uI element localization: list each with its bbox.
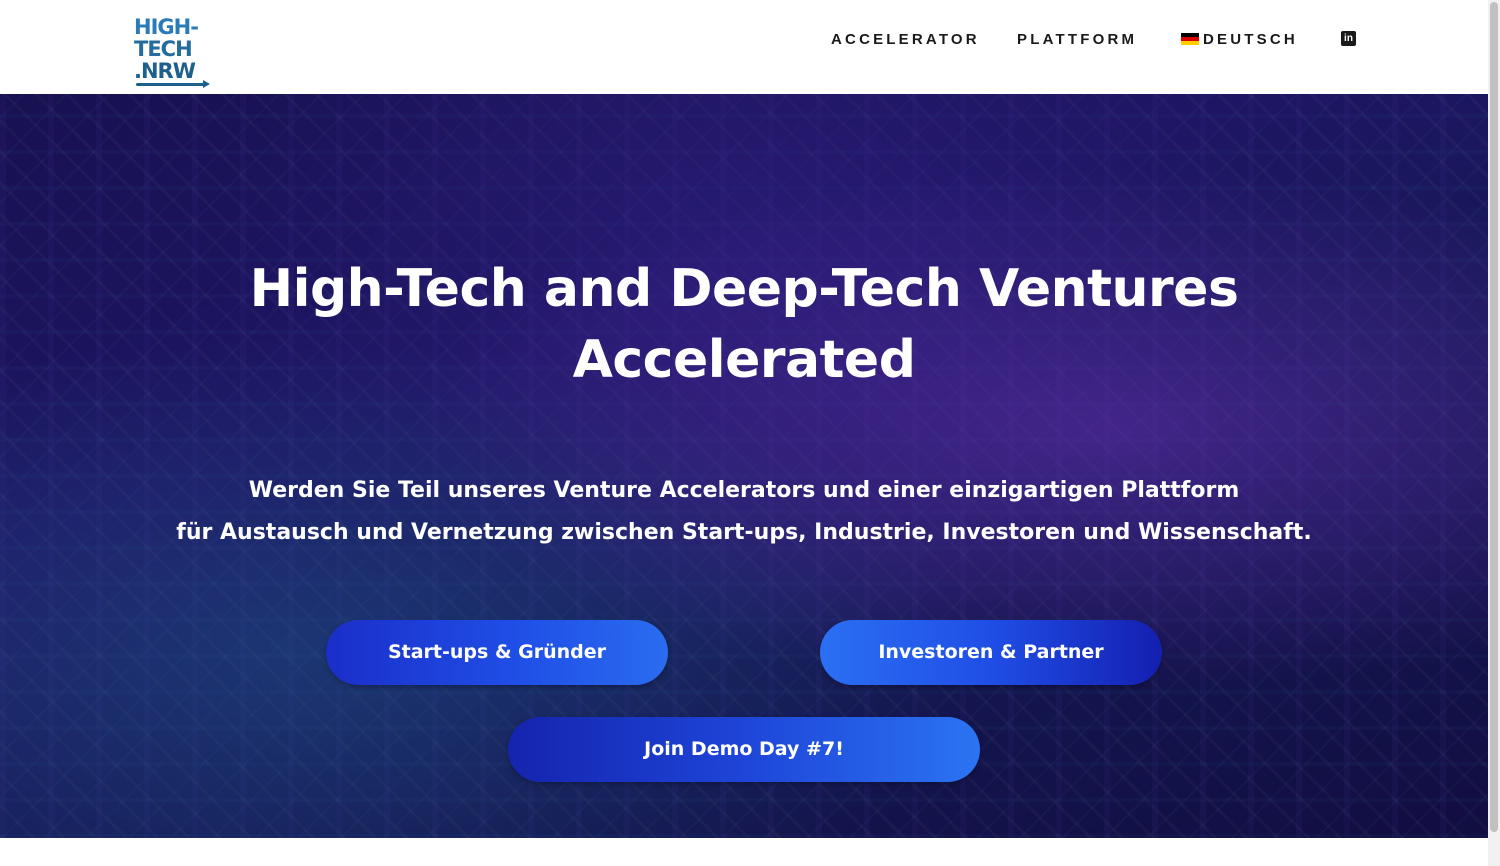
demo-day-button[interactable]: Join Demo Day #7! [508, 717, 980, 782]
hero-title: High-Tech and Deep-Tech Ventures Acceler… [0, 254, 1488, 396]
hero-subtitle-line-2: für Austausch und Vernetzung zwischen St… [176, 520, 1312, 545]
hero-subtitle: Werden Sie Teil unseres Venture Accelera… [0, 470, 1488, 554]
nav-plattform[interactable]: PLATTFORM [1017, 30, 1137, 50]
german-flag-icon [1181, 33, 1199, 45]
logo-line-1: HIGH- [134, 15, 199, 39]
hero-title-line-2: Accelerated [572, 330, 916, 390]
hero-subtitle-line-1: Werden Sie Teil unseres Venture Accelera… [248, 478, 1240, 503]
page-scrollbar[interactable] [1488, 0, 1500, 866]
startups-button[interactable]: Start-ups & Gründer [326, 620, 668, 685]
linkedin-icon[interactable]: in [1341, 31, 1356, 46]
logo-line-3: .NRW [134, 59, 196, 83]
nav-language-label: DEUTSCH [1203, 31, 1298, 48]
high-tech-nrw-logo[interactable]: HIGH- TECH .NRW [134, 16, 210, 90]
scrollbar-thumb[interactable] [1490, 2, 1498, 832]
investors-button[interactable]: Investoren & Partner [820, 620, 1162, 685]
hero-title-line-1: High-Tech and Deep-Tech Ventures [249, 259, 1239, 319]
hero-section: High-Tech and Deep-Tech Ventures Acceler… [0, 94, 1488, 838]
logo-arrow-icon [136, 80, 210, 88]
logo-line-2: TECH [134, 37, 193, 61]
nav-accelerator[interactable]: ACCELERATOR [831, 30, 980, 50]
nav-language-switch[interactable]: DEUTSCH [1181, 30, 1298, 50]
site-header: HIGH- TECH .NRW ACCELERATOR PLATTFORM DE… [0, 0, 1488, 94]
